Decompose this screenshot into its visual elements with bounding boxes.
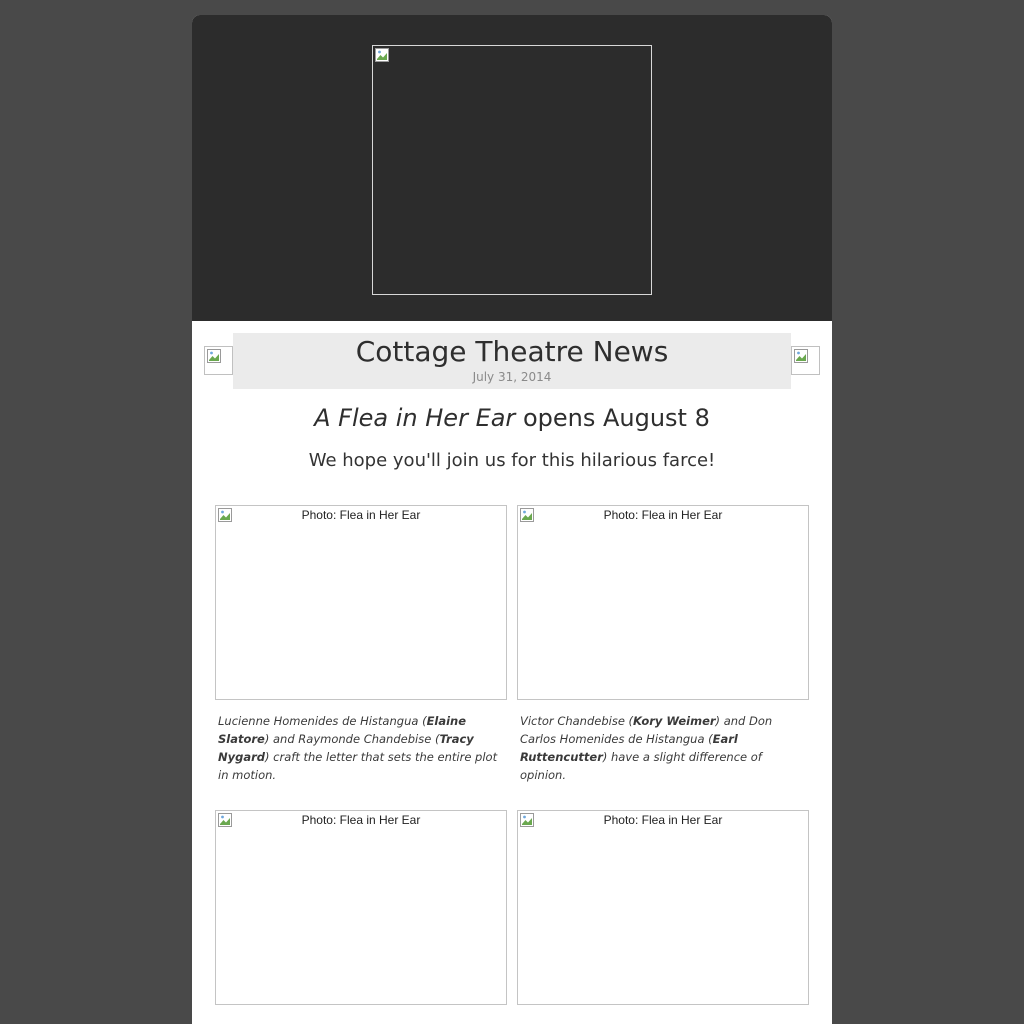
broken-image-icon (375, 48, 389, 62)
photo-alt-text: Photo: Flea in Her Ear (603, 508, 723, 522)
caption-text: ) and Raymonde Chandebise ( (264, 732, 440, 746)
logo-image (372, 45, 652, 295)
title-band: Cottage Theatre News July 31, 2014 (233, 333, 791, 389)
actor-name: Kory Weimer (633, 714, 716, 728)
photo-alt-text: Photo: Flea in Her Ear (301, 813, 421, 827)
photo-alt-text: Photo: Flea in Her Ear (603, 813, 723, 827)
newsletter-header (192, 15, 832, 321)
headline-suffix: opens August 8 (515, 404, 710, 432)
photo-1: Photo: Flea in Her Ear (215, 505, 507, 700)
broken-image-icon (794, 349, 808, 363)
photo-3: Photo: Flea in Her Ear (215, 810, 507, 1005)
side-image-right (791, 346, 820, 375)
side-image-left (204, 346, 233, 375)
photo-2: Photo: Flea in Her Ear (517, 505, 809, 700)
photo-caption-1: Lucienne Homenides de Histangua (Elaine … (218, 712, 508, 784)
show-title: A Flea in Her Ear (314, 404, 516, 432)
article-subheadline: We hope you'll join us for this hilariou… (308, 450, 716, 471)
broken-image-icon (207, 349, 221, 363)
article-headline: A Flea in Her Ear opens August 8 (192, 401, 832, 435)
caption-text: Victor Chandebise ( (520, 714, 634, 728)
photo-caption-2: Victor Chandebise (Kory Weimer) and Don … (520, 712, 810, 784)
photo-4: Photo: Flea in Her Ear (517, 810, 809, 1005)
newsletter-page: Cottage Theatre News July 31, 2014 A Fle… (192, 15, 832, 1024)
newsletter-date: July 31, 2014 (472, 370, 552, 384)
newsletter-title: Cottage Theatre News (355, 335, 669, 368)
caption-text: Lucienne Homenides de Histangua ( (218, 714, 427, 728)
photo-alt-text: Photo: Flea in Her Ear (301, 508, 421, 522)
